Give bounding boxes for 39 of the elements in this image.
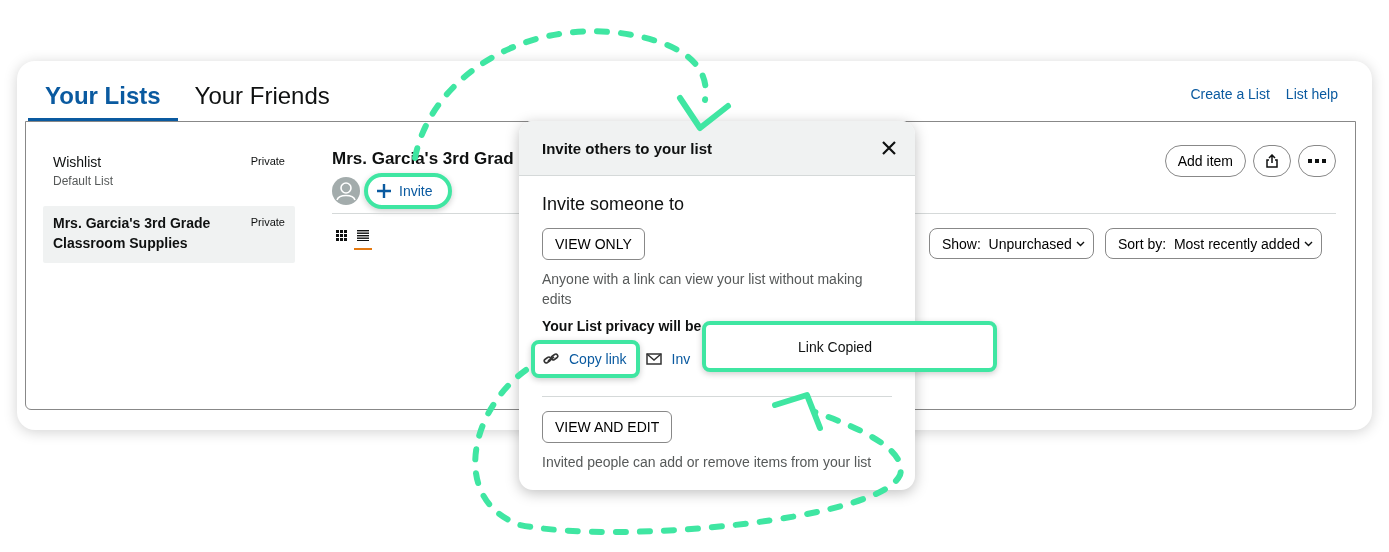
copy-link-button[interactable]: Copy link xyxy=(531,340,640,378)
privacy-note: Your List privacy will be xyxy=(542,318,703,334)
list-name: Mrs. Garcia's 3rd Grade Classroom Supplies xyxy=(53,214,212,253)
more-icon xyxy=(1308,159,1326,163)
list-subtitle: Default List xyxy=(53,174,115,188)
invite-button[interactable]: Invite xyxy=(364,173,453,209)
link-icon xyxy=(543,352,559,366)
permission-description: Invited people can add or remove items from your list xyxy=(542,453,873,472)
permission-button[interactable]: VIEW AND EDIT xyxy=(542,411,673,443)
share-icon xyxy=(1266,154,1278,168)
add-item-button[interactable]: Add item xyxy=(1164,145,1246,177)
header-link[interactable]: Create a List xyxy=(1190,86,1270,102)
privacy-label: Private xyxy=(250,216,285,230)
filter-dropdown[interactable]: Sort by: Most recently added xyxy=(1104,228,1322,259)
permission-description: Anyone with a link can view your list without making edits xyxy=(542,270,864,309)
sidebar-item[interactable]: Mrs. Garcia's 3rd Grade Classroom Supplies Private xyxy=(43,206,295,263)
sidebar-item[interactable]: Wishlist Default List Private xyxy=(43,145,295,198)
view-mode-toggle[interactable] xyxy=(354,228,372,250)
dialog-heading: Invite someone to xyxy=(542,194,686,215)
chevron-icon xyxy=(1075,240,1085,247)
close-icon[interactable] xyxy=(881,140,897,156)
dialog-title: Invite others to your list xyxy=(542,139,713,157)
plus-icon xyxy=(377,184,391,198)
grid-view-icon xyxy=(335,230,347,241)
envelope-icon xyxy=(645,353,662,365)
list-title: Mrs. Garcia's 3rd Grad xyxy=(332,149,514,169)
more-button[interactable] xyxy=(1298,145,1336,177)
list-view-icon xyxy=(357,230,369,241)
link-copied-toast: Link Copied xyxy=(702,321,997,372)
list-name: Wishlist xyxy=(53,153,103,172)
header-link[interactable]: List help xyxy=(1285,86,1338,102)
share-button[interactable] xyxy=(1253,145,1291,177)
filter-dropdown[interactable]: Show: Unpurchased xyxy=(928,228,1094,259)
tab[interactable]: Your Friends xyxy=(177,82,347,121)
tab[interactable]: Your Lists xyxy=(28,82,178,121)
privacy-label: Private xyxy=(250,155,285,169)
avatar-icon xyxy=(332,177,360,205)
permission-button[interactable]: VIEW ONLY xyxy=(542,228,645,260)
chevron-icon xyxy=(1304,240,1313,247)
